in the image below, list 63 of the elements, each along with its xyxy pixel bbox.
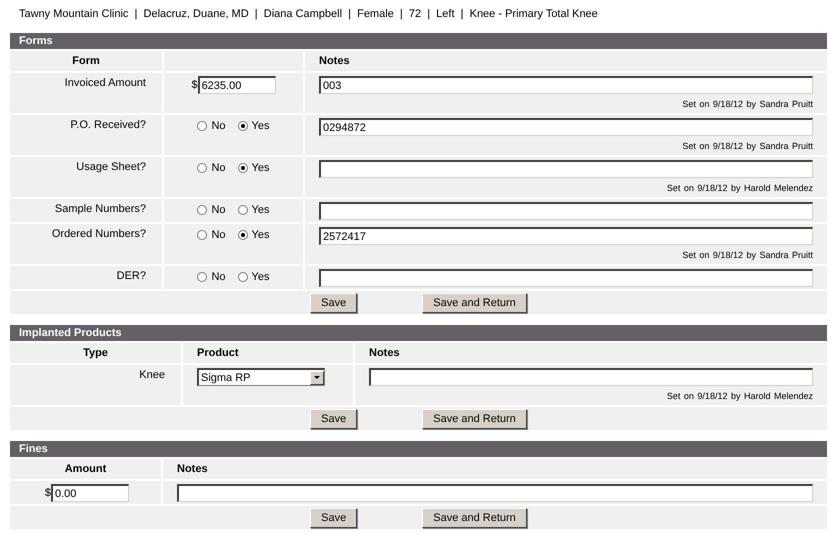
set-by-note: Set on 9/18/12 by Harold Melendez <box>666 390 813 403</box>
radio-button[interactable] <box>238 163 248 173</box>
column-header: Type <box>83 347 108 359</box>
set-by-note: Set on 9/18/12 by Sandra Pruitt <box>681 98 813 111</box>
column-header: Form <box>72 55 100 67</box>
field-label: Sample Numbers? <box>54 203 146 215</box>
option-label[interactable]: Yes <box>252 162 270 174</box>
set-by-note: Set on 9/18/12 by Harold Melendez <box>666 182 813 195</box>
notes-field[interactable] <box>319 269 813 287</box>
notes-field[interactable]: 0294872 <box>319 118 813 136</box>
set-by-note: Set on 9/18/12 by Sandra Pruitt <box>681 249 813 262</box>
type-label: Knee <box>139 369 165 381</box>
field-label: DER? <box>116 270 146 282</box>
radio-button[interactable] <box>197 163 208 173</box>
section-header: Forms <box>10 33 827 49</box>
field-label: Usage Sheet? <box>76 161 146 173</box>
currency-sign: $ <box>44 486 51 501</box>
radio-button[interactable] <box>238 205 248 215</box>
save-button[interactable]: Save and Return <box>422 293 527 313</box>
radio-button[interactable] <box>197 272 208 282</box>
column-header: Notes <box>369 347 400 359</box>
currency-sign: $ <box>191 78 198 93</box>
notes-field[interactable] <box>177 484 813 502</box>
notes-field[interactable] <box>319 160 813 178</box>
option-label[interactable]: No <box>211 120 226 132</box>
radio-button[interactable] <box>238 272 248 282</box>
radio-button[interactable] <box>197 205 208 215</box>
notes-field[interactable]: 003 <box>319 76 813 94</box>
column-header: Amount <box>64 463 106 475</box>
set-by-note: Set on 9/18/12 by Sandra Pruitt <box>681 140 813 153</box>
caret-icon <box>310 370 324 384</box>
column-header: Notes <box>177 463 208 475</box>
radio-button[interactable] <box>197 230 208 240</box>
save-button[interactable]: Save <box>310 409 358 429</box>
notes-field[interactable] <box>319 202 813 220</box>
save-button[interactable]: Save and Return <box>422 508 527 528</box>
section-header: Implanted Products <box>10 325 827 341</box>
field-label: Ordered Numbers? <box>52 228 146 240</box>
radio-button[interactable] <box>238 230 248 240</box>
patient-info: Tawny Mountain Clinic | Delacruz, Duane, MD | Diana Campbell | Female | 72 | Left | Knee - Primary Total Knee <box>18 7 599 22</box>
save-button[interactable]: Save <box>310 508 358 528</box>
save-button[interactable]: Save and Return <box>422 409 527 429</box>
column-header: Product <box>197 347 239 359</box>
field-label: Invoiced Amount <box>64 77 146 89</box>
notes-field[interactable]: 2572417 <box>319 227 813 245</box>
option-label[interactable]: No <box>211 271 226 283</box>
option-label[interactable]: Yes <box>252 229 270 241</box>
option-label[interactable]: Yes <box>252 204 270 216</box>
radio-button[interactable] <box>197 121 208 131</box>
radio-button[interactable] <box>238 121 248 131</box>
column-header: Notes <box>319 55 350 67</box>
notes-field[interactable] <box>369 368 813 386</box>
option-label[interactable]: No <box>211 229 226 241</box>
option-label[interactable]: Yes <box>252 120 270 132</box>
save-button[interactable]: Save <box>310 293 358 313</box>
amount-field[interactable]: 0.00 <box>51 484 129 502</box>
option-label[interactable]: No <box>211 204 226 216</box>
option-label[interactable]: No <box>211 162 226 174</box>
amount-field[interactable]: 6235.00 <box>198 76 276 94</box>
section-header: Fines <box>10 441 827 457</box>
product-dropdown[interactable]: Sigma RP <box>197 368 325 386</box>
option-label[interactable]: Yes <box>252 271 270 283</box>
field-label: P.O. Received? <box>70 119 146 131</box>
